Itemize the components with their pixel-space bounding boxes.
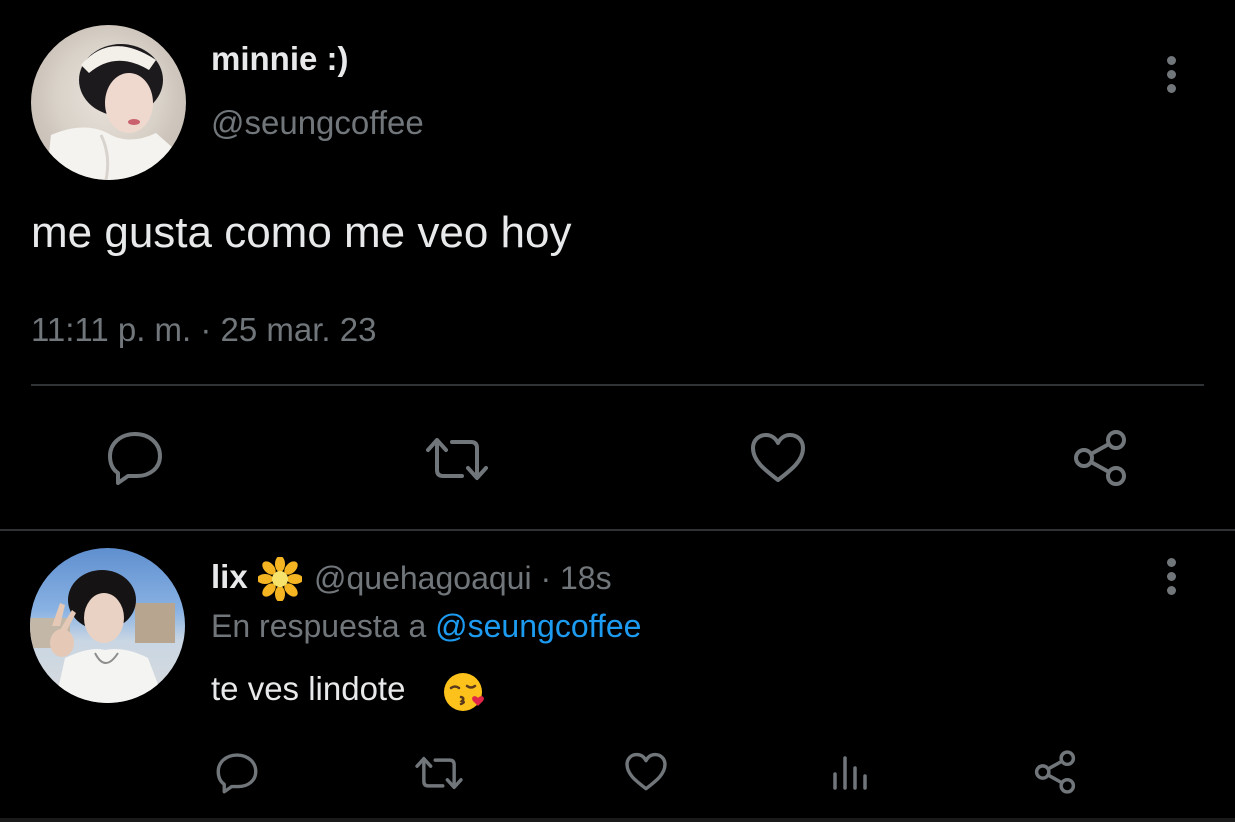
more-options-icon[interactable] bbox=[1156, 56, 1186, 93]
kissing-face-emoji bbox=[442, 670, 486, 714]
reply-prefix: En respuesta a bbox=[211, 608, 427, 644]
more-options-icon[interactable] bbox=[1156, 558, 1186, 595]
tweet-text: me gusta como me veo hoy bbox=[31, 208, 572, 257]
retweet-icon[interactable] bbox=[424, 436, 490, 482]
share-icon[interactable] bbox=[1032, 749, 1078, 795]
avatar[interactable] bbox=[30, 548, 185, 703]
analytics-icon[interactable] bbox=[832, 752, 870, 792]
display-name[interactable]: minnie :) bbox=[211, 40, 349, 78]
reply-icon[interactable] bbox=[106, 430, 164, 486]
main-tweet: minnie :) @seungcoffee me gusta como me … bbox=[0, 0, 1235, 530]
handle[interactable]: @seungcoffee bbox=[211, 104, 424, 142]
retweet-icon[interactable] bbox=[414, 755, 464, 791]
divider bbox=[0, 818, 1235, 822]
sunflower-emoji bbox=[257, 556, 303, 602]
handle-time[interactable]: @quehagoaqui · 18s bbox=[314, 560, 612, 597]
divider bbox=[0, 529, 1235, 531]
like-icon[interactable] bbox=[749, 432, 807, 484]
like-icon[interactable] bbox=[624, 752, 668, 792]
timestamp[interactable]: 11:11 p. m. · 25 mar. 23 bbox=[31, 311, 376, 349]
tweet-text: te ves lindote bbox=[211, 670, 406, 707]
reply-icon[interactable] bbox=[215, 752, 259, 794]
avatar[interactable] bbox=[31, 25, 186, 180]
reply-context: En respuesta a @seungcoffee bbox=[211, 608, 641, 645]
mention-link[interactable]: @seungcoffee bbox=[435, 608, 641, 644]
share-icon[interactable] bbox=[1070, 428, 1130, 488]
display-name[interactable]: lix bbox=[211, 558, 248, 596]
divider bbox=[31, 384, 1204, 386]
